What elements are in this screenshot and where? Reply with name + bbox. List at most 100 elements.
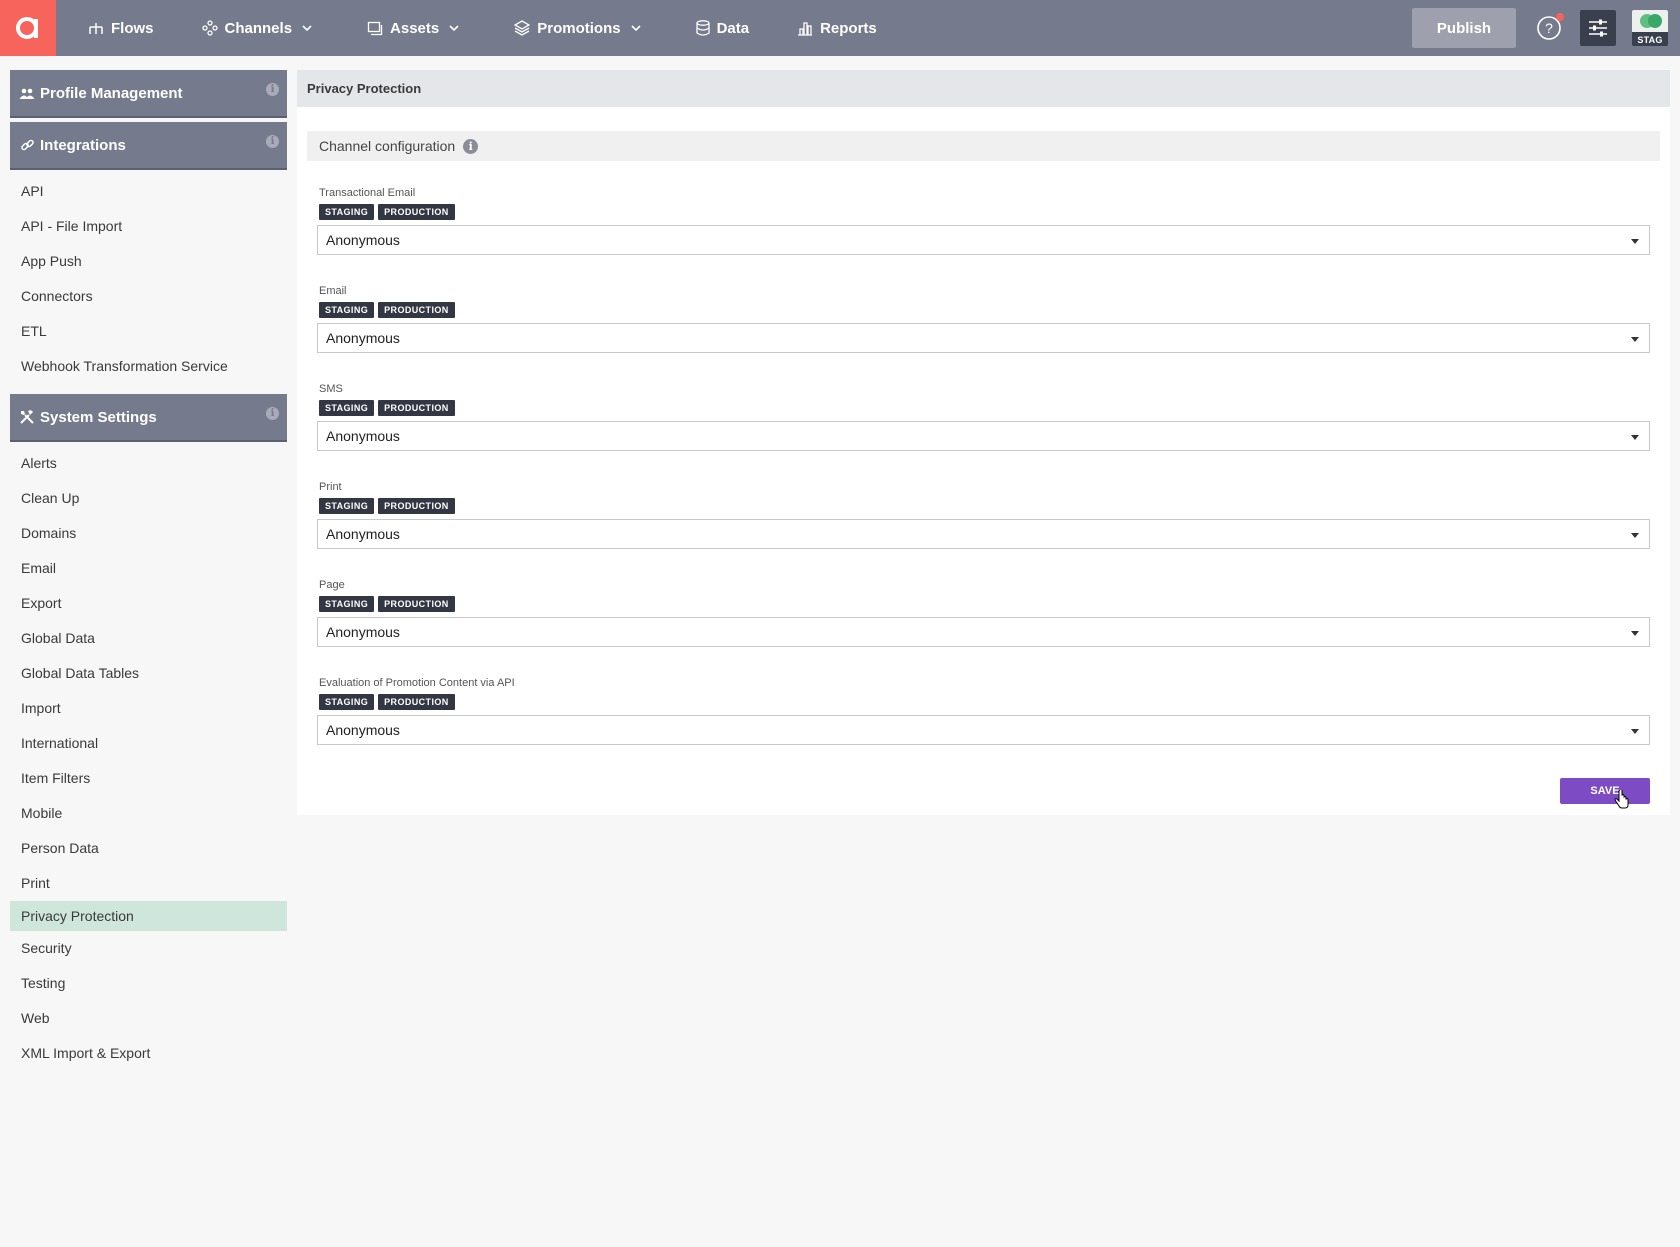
link-icon bbox=[18, 136, 36, 154]
sidebar-item-app-push[interactable]: App Push bbox=[10, 244, 287, 279]
environment-tags: STAGING PRODUCTION bbox=[319, 204, 1650, 220]
nav-data[interactable]: Data bbox=[672, 0, 774, 56]
caret-down-icon bbox=[1631, 631, 1639, 636]
privacy-mode-select[interactable]: Anonymous bbox=[317, 617, 1650, 647]
sidebar-item-domains[interactable]: Domains bbox=[10, 516, 287, 551]
sidebar-item-testing[interactable]: Testing bbox=[10, 966, 287, 1001]
select-value: Anonymous bbox=[326, 624, 400, 640]
sidebar-item-global-data-tables[interactable]: Global Data Tables bbox=[10, 656, 287, 691]
tag-staging: STAGING bbox=[319, 204, 375, 220]
caret-down-icon bbox=[1631, 239, 1639, 244]
nav-label: Channels bbox=[224, 19, 293, 37]
channel-field: Transactional Email STAGING PRODUCTION Anon… bbox=[317, 161, 1650, 259]
info-icon[interactable]: i bbox=[266, 83, 279, 96]
top-navigation-bar: Flows Channels Assets Promotions Data Reports… bbox=[0, 0, 1680, 56]
sidebar-item-mobile[interactable]: Mobile bbox=[10, 796, 287, 831]
environment-badge[interactable]: STAG bbox=[1632, 10, 1668, 46]
sidebar-item-global-data[interactable]: Global Data bbox=[10, 621, 287, 656]
sidebar-item-privacy-protection[interactable]: Privacy Protection bbox=[10, 901, 287, 931]
tag-production: PRODUCTION bbox=[378, 694, 455, 710]
sidebar-item-clean-up[interactable]: Clean Up bbox=[10, 481, 287, 516]
info-icon[interactable]: i bbox=[463, 138, 479, 154]
caret-down-icon bbox=[1631, 729, 1639, 734]
chevron-down-icon bbox=[302, 24, 319, 32]
sidebar-item-international[interactable]: International bbox=[10, 726, 287, 761]
nav-assets[interactable]: Assets bbox=[343, 0, 490, 56]
environment-tags: STAGING PRODUCTION bbox=[319, 498, 1650, 514]
select-value: Anonymous bbox=[326, 330, 400, 346]
topbar-actions: Publish ? STAG bbox=[1412, 0, 1680, 56]
nav-label: Data bbox=[716, 19, 750, 37]
sidebar-group-integrations[interactable]: Integrations i bbox=[10, 122, 287, 170]
settings-sidebar: Profile Management i Integrations i API API -… bbox=[10, 70, 287, 1081]
promotions-icon bbox=[514, 20, 537, 36]
field-label: SMS bbox=[319, 383, 343, 395]
environment-tags: STAGING PRODUCTION bbox=[319, 596, 1650, 612]
chevron-down-icon bbox=[449, 24, 466, 32]
sidebar-item-export[interactable]: Export bbox=[10, 586, 287, 621]
page-title: Privacy Protection bbox=[297, 70, 1670, 107]
channel-field: Page STAGING PRODUCTION Anonymous bbox=[317, 553, 1650, 651]
tag-production: PRODUCTION bbox=[378, 204, 455, 220]
save-button[interactable]: SAVE bbox=[1560, 778, 1650, 804]
info-icon[interactable]: i bbox=[266, 407, 279, 420]
environment-label: STAG bbox=[1637, 35, 1663, 45]
sidebar-group-system-settings[interactable]: System Settings i bbox=[10, 394, 287, 442]
sidebar-item-person-data[interactable]: Person Data bbox=[10, 831, 287, 866]
nav-label: Reports bbox=[820, 19, 877, 37]
sidebar-item-connectors[interactable]: Connectors bbox=[10, 279, 287, 314]
sidebar-group-profile-management[interactable]: Profile Management i bbox=[10, 70, 287, 118]
privacy-mode-select[interactable]: Anonymous bbox=[317, 715, 1650, 745]
sidebar-item-email[interactable]: Email bbox=[10, 551, 287, 586]
env-circle-right bbox=[1648, 14, 1662, 28]
sidebar-item-webhook-transformation-service[interactable]: Webhook Transformation Service bbox=[10, 349, 287, 384]
field-label: Transactional Email bbox=[319, 187, 416, 199]
environment-tags: STAGING PRODUCTION bbox=[319, 302, 1650, 318]
help-button[interactable]: ? bbox=[1536, 13, 1564, 41]
select-value: Anonymous bbox=[326, 428, 400, 444]
privacy-mode-select[interactable]: Anonymous bbox=[317, 323, 1650, 353]
sidebar-item-security[interactable]: Security bbox=[10, 931, 287, 966]
sidebar-item-etl[interactable]: ETL bbox=[10, 314, 287, 349]
sidebar-list: Alerts Clean Up Domains Email Export Global D… bbox=[10, 446, 287, 1071]
info-icon[interactable]: i bbox=[266, 135, 279, 148]
select-value: Anonymous bbox=[326, 232, 400, 248]
publish-button[interactable]: Publish bbox=[1412, 8, 1516, 48]
section-header: Channel configuration i bbox=[307, 131, 1660, 161]
sidebar-item-import[interactable]: Import bbox=[10, 691, 287, 726]
app-logo[interactable] bbox=[0, 0, 56, 56]
nav-label: Flows bbox=[111, 19, 154, 37]
channel-field: Email STAGING PRODUCTION Anonymous bbox=[317, 259, 1650, 357]
sidebar-item-print[interactable]: Print bbox=[10, 866, 287, 901]
sidebar-item-alerts[interactable]: Alerts bbox=[10, 446, 287, 481]
flows-icon bbox=[88, 21, 111, 35]
nav-reports[interactable]: Reports bbox=[773, 0, 901, 56]
sidebar-group-title: Integrations bbox=[40, 136, 126, 154]
sidebar-item-web[interactable]: Web bbox=[10, 1001, 287, 1036]
sidebar-item-item-filters[interactable]: Item Filters bbox=[10, 761, 287, 796]
nav-flows[interactable]: Flows bbox=[64, 0, 178, 56]
nav-label: Assets bbox=[390, 19, 440, 37]
sidebar-item-xml-import-export[interactable]: XML Import & Export bbox=[10, 1036, 287, 1071]
privacy-mode-select[interactable]: Anonymous bbox=[317, 225, 1650, 255]
tag-staging: STAGING bbox=[319, 596, 375, 612]
logo-icon bbox=[16, 17, 38, 39]
select-value: Anonymous bbox=[326, 526, 400, 542]
tag-production: PRODUCTION bbox=[378, 596, 455, 612]
svg-text:?: ? bbox=[1545, 20, 1553, 36]
tag-staging: STAGING bbox=[319, 694, 375, 710]
sliders-icon bbox=[1589, 19, 1607, 37]
sidebar-item-api[interactable]: API bbox=[10, 174, 287, 209]
chevron-down-icon bbox=[631, 24, 648, 32]
nav-promotions[interactable]: Promotions bbox=[490, 0, 671, 56]
field-label: Print bbox=[319, 481, 342, 493]
sidebar-item-api-file-import[interactable]: API - File Import bbox=[10, 209, 287, 244]
settings-button[interactable] bbox=[1580, 10, 1616, 46]
tools-icon bbox=[18, 408, 36, 426]
privacy-mode-select[interactable]: Anonymous bbox=[317, 421, 1650, 451]
caret-down-icon bbox=[1631, 533, 1639, 538]
database-icon bbox=[695, 20, 717, 36]
caret-down-icon bbox=[1631, 435, 1639, 440]
nav-channels[interactable]: Channels bbox=[178, 0, 344, 56]
privacy-mode-select[interactable]: Anonymous bbox=[317, 519, 1650, 549]
